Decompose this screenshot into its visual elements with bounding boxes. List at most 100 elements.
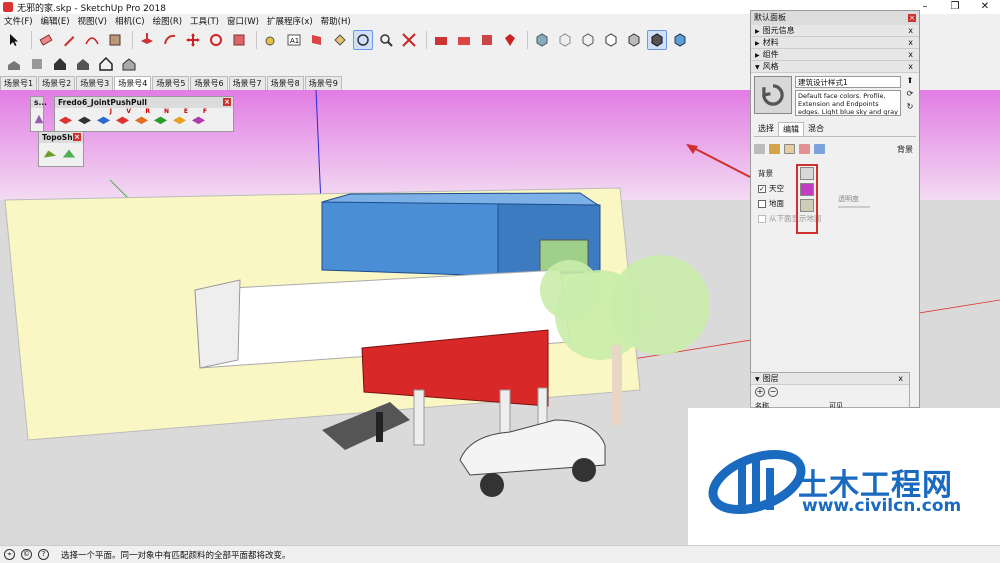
tray-section-entity-info[interactable]: ▶ 图元信息 x	[751, 25, 919, 37]
help-icon[interactable]: ?	[38, 549, 49, 560]
scale-tool-button[interactable]	[229, 30, 249, 50]
close-button[interactable]: ✕	[970, 0, 1000, 14]
tab-scene-5[interactable]: 场景号5	[152, 76, 190, 90]
vector-pushpull-button[interactable]	[76, 110, 93, 127]
menu-extensions[interactable]: 扩展程序(x)	[263, 15, 317, 27]
section-close-icon[interactable]: x	[908, 49, 913, 61]
zoom-extents-button[interactable]	[399, 30, 419, 50]
refresh-icon[interactable]: ↻	[907, 102, 914, 111]
tray-section-materials[interactable]: ▶ 材料 x	[751, 37, 919, 49]
background-settings-icon[interactable]	[784, 144, 795, 154]
right-view-button[interactable]	[73, 54, 93, 74]
menu-help[interactable]: 帮助(H)	[317, 15, 355, 27]
rectangle-tool-button[interactable]	[105, 30, 125, 50]
fredo-v-button[interactable]: V	[114, 108, 131, 127]
tray-section-components[interactable]: ▶ 组件 x	[751, 49, 919, 61]
remove-layer-icon[interactable]: −	[768, 387, 778, 397]
shaded-button[interactable]	[624, 30, 644, 50]
tab-scene-9[interactable]: 场景号9	[304, 76, 342, 90]
wireframe-button[interactable]	[578, 30, 598, 50]
push-pull-button[interactable]	[137, 30, 157, 50]
xray-button[interactable]	[532, 30, 552, 50]
left-view-button[interactable]	[119, 54, 139, 74]
joint-pushpull-button[interactable]	[57, 110, 74, 127]
credits-icon[interactable]: ©	[21, 549, 32, 560]
topo-contours-button[interactable]	[41, 145, 58, 162]
face-settings-icon[interactable]	[769, 144, 780, 154]
topo-cloud-button[interactable]	[60, 145, 77, 162]
menu-camera[interactable]: 相机(C)	[111, 15, 149, 27]
fredo-e-button[interactable]: E	[171, 108, 188, 127]
back-edges-button[interactable]	[555, 30, 575, 50]
sky-checkbox[interactable]: ✓	[758, 184, 766, 193]
style-name-field[interactable]: 建筑设计样式1	[795, 76, 901, 88]
paint-bucket-button[interactable]	[330, 30, 350, 50]
menu-draw[interactable]: 绘图(R)	[149, 15, 187, 27]
tab-scene-7[interactable]: 场景号7	[228, 76, 266, 90]
tape-measure-button[interactable]	[261, 30, 281, 50]
add-layer-icon[interactable]: +	[755, 387, 765, 397]
fredo-r-button[interactable]: R	[133, 108, 150, 127]
follow-me-button[interactable]	[160, 30, 180, 50]
back-view-button[interactable]	[96, 54, 116, 74]
eraser-tool-button[interactable]	[36, 30, 56, 50]
section-close-icon[interactable]: x	[908, 37, 913, 49]
monochrome-button[interactable]	[670, 30, 690, 50]
orbit-tool-button[interactable]	[353, 30, 373, 50]
tray-section-layers[interactable]: ▼ 图层 x	[751, 373, 909, 385]
pencil-tool-button[interactable]	[59, 30, 79, 50]
show-ground-from-below-checkbox[interactable]	[758, 214, 766, 223]
extension-warehouse-button[interactable]	[477, 30, 497, 50]
section-close-icon[interactable]: x	[908, 25, 913, 37]
fredo-close-icon[interactable]: ×	[223, 98, 231, 106]
section-plane-button[interactable]	[307, 30, 327, 50]
section-close-icon[interactable]: x	[908, 61, 913, 73]
update-style-icon[interactable]: ⟳	[907, 89, 914, 98]
shaded-textures-button[interactable]	[647, 30, 667, 50]
tab-scene-2[interactable]: 场景号2	[38, 76, 76, 90]
tab-select[interactable]: 选择	[754, 122, 778, 136]
fredo-n-button[interactable]: N	[152, 108, 169, 127]
rotate-tool-button[interactable]	[206, 30, 226, 50]
small-tool-button[interactable]	[33, 110, 45, 127]
toposhaper-close-icon[interactable]: ×	[73, 133, 81, 141]
tab-edit[interactable]: 编辑	[778, 122, 804, 136]
arc-tool-button[interactable]	[82, 30, 102, 50]
tab-scene-1[interactable]: 场景号1	[0, 76, 38, 90]
menu-window[interactable]: 窗口(W)	[223, 15, 263, 27]
tab-mix[interactable]: 混合	[804, 122, 828, 136]
warehouse-button[interactable]	[431, 30, 451, 50]
ground-checkbox[interactable]	[758, 199, 766, 208]
menu-view[interactable]: 视图(V)	[74, 15, 111, 27]
fredo-f-button[interactable]: F	[190, 108, 207, 127]
modeling-settings-icon[interactable]	[814, 144, 825, 154]
edge-settings-icon[interactable]	[754, 144, 765, 154]
text-tool-button[interactable]: A1	[284, 30, 304, 50]
menu-tools[interactable]: 工具(T)	[186, 15, 223, 27]
tab-scene-3[interactable]: 场景号3	[76, 76, 114, 90]
menu-file[interactable]: 文件(F)	[0, 15, 37, 27]
geo-location-icon[interactable]: ⌖	[4, 549, 15, 560]
move-tool-button[interactable]	[183, 30, 203, 50]
tray-section-styles[interactable]: ▼ 风格 x	[751, 61, 919, 73]
tab-scene-8[interactable]: 场景号8	[266, 76, 304, 90]
zoom-tool-button[interactable]	[376, 30, 396, 50]
hidden-line-button[interactable]	[601, 30, 621, 50]
menu-edit[interactable]: 编辑(E)	[37, 15, 74, 27]
style-description-field[interactable]: Default face colors. Profile, Extension …	[795, 90, 901, 116]
ruby-button[interactable]	[500, 30, 520, 50]
front-view-button[interactable]	[50, 54, 70, 74]
section-close-icon[interactable]: x	[898, 373, 903, 385]
opacity-slider[interactable]	[838, 206, 870, 208]
style-thumbnail[interactable]	[754, 76, 792, 114]
tab-scene-6[interactable]: 场景号6	[190, 76, 228, 90]
create-style-icon[interactable]: ⬆	[907, 76, 914, 85]
maximize-button[interactable]: ❐	[940, 0, 970, 14]
watermark-settings-icon[interactable]	[799, 144, 810, 154]
top-view-button[interactable]	[27, 54, 47, 74]
select-tool-button[interactable]	[4, 30, 24, 50]
iso-view-button[interactable]	[4, 54, 24, 74]
tray-close-icon[interactable]: ×	[908, 14, 916, 22]
share-model-button[interactable]	[454, 30, 474, 50]
tab-scene-4[interactable]: 场景号4	[114, 76, 152, 90]
